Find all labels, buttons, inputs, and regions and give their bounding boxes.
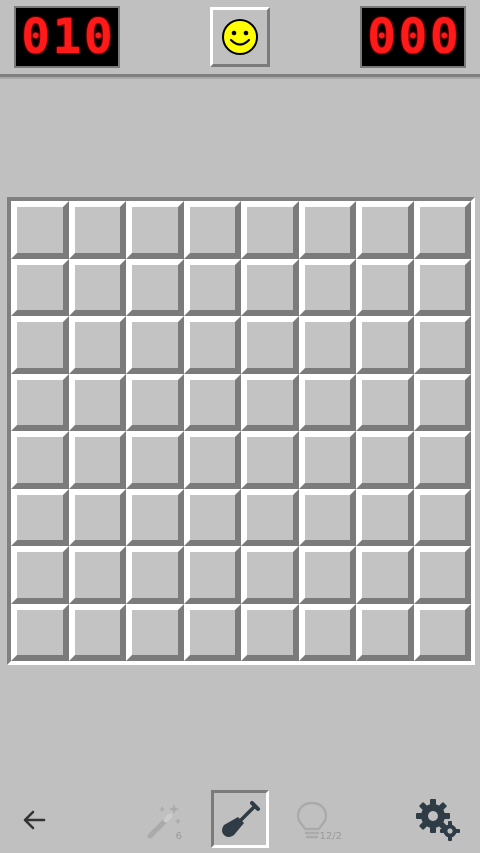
- board-cell[interactable]: [356, 316, 414, 374]
- gears-icon: [416, 799, 460, 841]
- mine-counter: 0 1 0: [14, 6, 120, 68]
- board-cell[interactable]: [413, 201, 471, 259]
- board-cell[interactable]: [356, 603, 414, 661]
- board-cell[interactable]: [413, 546, 471, 604]
- magic-wand-count: 6: [175, 831, 182, 842]
- reset-face-button[interactable]: [210, 7, 270, 67]
- board-cell[interactable]: [183, 546, 241, 604]
- board-cell[interactable]: [183, 603, 241, 661]
- board-cell[interactable]: [356, 546, 414, 604]
- board-cell[interactable]: [11, 201, 69, 259]
- board-cell[interactable]: [183, 373, 241, 431]
- board-cell[interactable]: [413, 258, 471, 316]
- back-button[interactable]: [6, 792, 62, 848]
- board-cell[interactable]: [298, 603, 356, 661]
- board-cell[interactable]: [68, 431, 126, 489]
- board-cell[interactable]: [11, 316, 69, 374]
- shovel-icon: [222, 801, 260, 837]
- board-cell[interactable]: [183, 258, 241, 316]
- board-cell[interactable]: [68, 603, 126, 661]
- board-cell[interactable]: [183, 488, 241, 546]
- board-cell[interactable]: [413, 373, 471, 431]
- board-cell[interactable]: [241, 201, 299, 259]
- board-cell[interactable]: [11, 258, 69, 316]
- board-cell[interactable]: [356, 201, 414, 259]
- board-cell[interactable]: [68, 488, 126, 546]
- board-cell[interactable]: [298, 373, 356, 431]
- board-cell[interactable]: [11, 603, 69, 661]
- board-cell[interactable]: [183, 431, 241, 489]
- board-cell[interactable]: [126, 373, 184, 431]
- board-cell[interactable]: [126, 603, 184, 661]
- board-cell[interactable]: [298, 316, 356, 374]
- board-cell[interactable]: [68, 258, 126, 316]
- board-cell[interactable]: [241, 603, 299, 661]
- board-cell[interactable]: [413, 431, 471, 489]
- board-cell[interactable]: [68, 316, 126, 374]
- board-cell[interactable]: [126, 316, 184, 374]
- bottom-toolbar: 6 12/2: [0, 786, 480, 852]
- board-cell[interactable]: [183, 316, 241, 374]
- board-cell[interactable]: [298, 258, 356, 316]
- board-cell[interactable]: [126, 488, 184, 546]
- board-cell[interactable]: [413, 488, 471, 546]
- board-cell[interactable]: [68, 373, 126, 431]
- settings-button[interactable]: [410, 792, 466, 848]
- hint-button[interactable]: 12/2: [284, 792, 342, 848]
- board-cell[interactable]: [241, 316, 299, 374]
- board-cell[interactable]: [298, 488, 356, 546]
- top-bar: 0 1 0 0 0 0: [0, 0, 480, 77]
- board-cell[interactable]: [126, 201, 184, 259]
- mine-counter-digit: 0: [83, 9, 113, 65]
- mine-counter-digit: 1: [52, 9, 82, 65]
- back-arrow-icon: [23, 810, 46, 830]
- board-cell[interactable]: [126, 546, 184, 604]
- minefield-board: [7, 197, 475, 665]
- board-cell[interactable]: [241, 373, 299, 431]
- board-cell[interactable]: [298, 431, 356, 489]
- board-cell[interactable]: [413, 603, 471, 661]
- board-cell[interactable]: [241, 258, 299, 316]
- board-cell[interactable]: [298, 201, 356, 259]
- board-cell[interactable]: [11, 488, 69, 546]
- mine-counter-digit: 0: [21, 9, 51, 65]
- board-cell[interactable]: [11, 373, 69, 431]
- board-cell[interactable]: [126, 431, 184, 489]
- board-cell[interactable]: [241, 546, 299, 604]
- board-cell[interactable]: [183, 201, 241, 259]
- timer-counter: 0 0 0: [360, 6, 466, 68]
- shovel-button[interactable]: [211, 790, 269, 848]
- board-cell[interactable]: [241, 431, 299, 489]
- board-cell[interactable]: [11, 431, 69, 489]
- board-cell[interactable]: [11, 546, 69, 604]
- hint-count: 12/2: [319, 831, 342, 842]
- timer-digit: 0: [429, 9, 459, 65]
- timer-digit: 0: [367, 9, 397, 65]
- board-cell[interactable]: [68, 546, 126, 604]
- board-cell[interactable]: [356, 431, 414, 489]
- board-cell[interactable]: [356, 373, 414, 431]
- board-cell[interactable]: [413, 316, 471, 374]
- smiley-icon: [222, 19, 258, 55]
- board-cell[interactable]: [356, 258, 414, 316]
- board-cell[interactable]: [241, 488, 299, 546]
- board-cell[interactable]: [126, 258, 184, 316]
- board-cell[interactable]: [356, 488, 414, 546]
- board-cell[interactable]: [298, 546, 356, 604]
- timer-digit: 0: [398, 9, 428, 65]
- magic-wand-button[interactable]: 6: [136, 792, 192, 848]
- board-cell[interactable]: [68, 201, 126, 259]
